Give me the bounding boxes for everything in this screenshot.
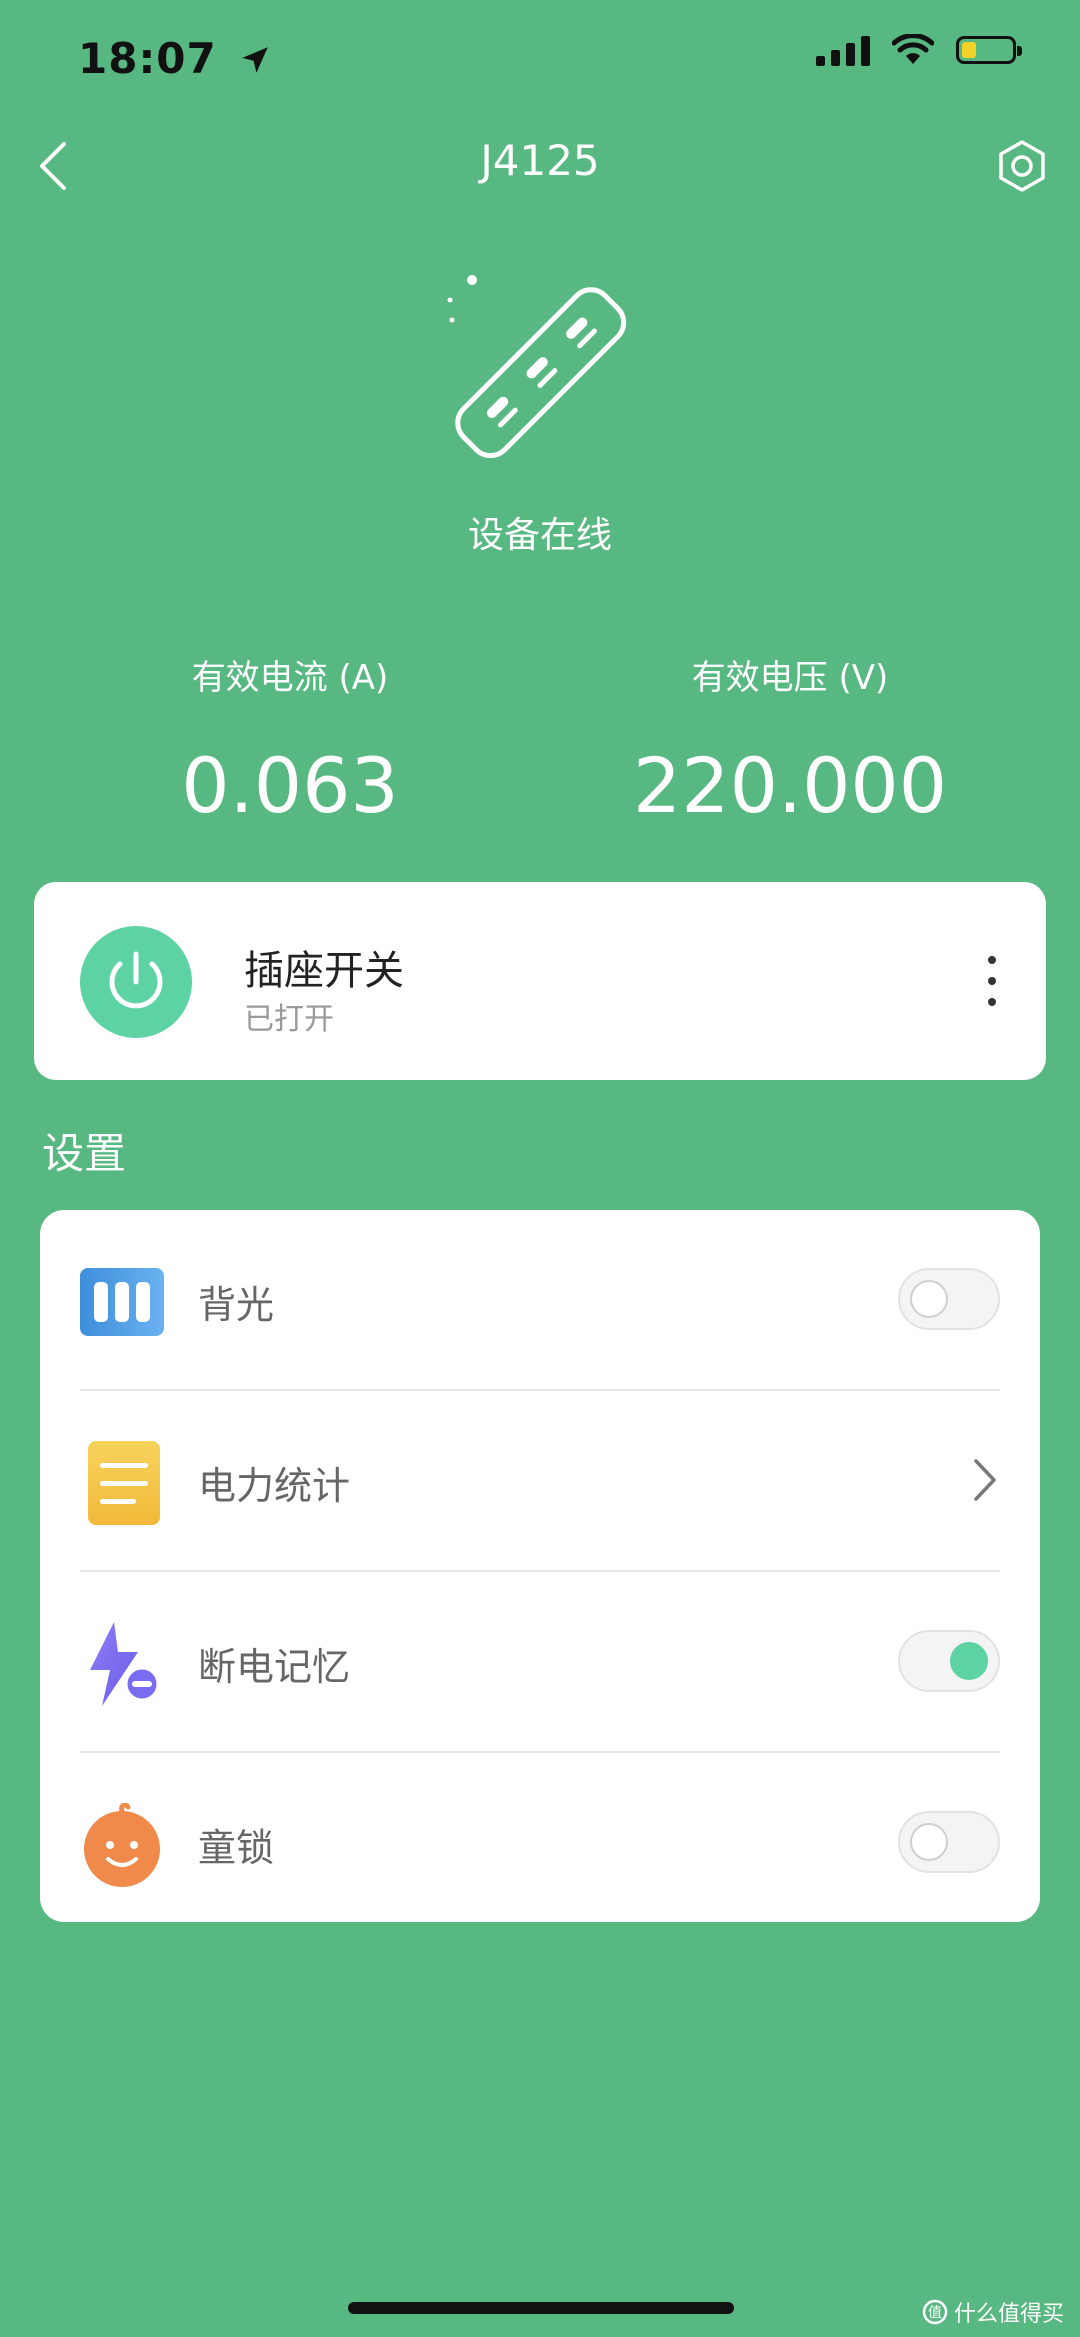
power-off-memory-toggle[interactable] — [898, 1630, 1000, 1692]
setting-power-statistics[interactable]: 电力统计 — [40, 1391, 1040, 1572]
backlight-toggle[interactable] — [898, 1268, 1000, 1330]
location-arrow-icon — [242, 47, 269, 73]
more-dot-icon — [988, 998, 996, 1006]
setting-backlight: 背光 — [40, 1210, 1040, 1391]
chevron-right-icon — [970, 1455, 1000, 1505]
wifi-icon — [892, 34, 934, 64]
switch-state: 已打开 — [244, 1002, 334, 1037]
switch-title: 插座开关 — [244, 948, 404, 994]
svg-text:值: 值 — [928, 2305, 942, 2321]
device-status: 设备在线 — [467, 515, 612, 556]
voltage-label: 有效电压 (V) — [691, 658, 889, 698]
settings-hexagon-icon — [999, 140, 1045, 192]
setting-power-off-memory: 断电记忆 — [40, 1572, 1040, 1753]
cellular-signal-icon — [816, 34, 870, 66]
page-title: J4125 — [480, 136, 600, 185]
backlight-label: 背光 — [198, 1283, 275, 1327]
battery-icon — [956, 36, 1022, 64]
baby-face-icon — [80, 1802, 164, 1887]
power-statistics-label: 电力统计 — [198, 1464, 351, 1508]
child-lock-label: 童锁 — [198, 1826, 275, 1870]
watermark-logo-icon: 值 — [922, 2299, 948, 2325]
voltage-value: 220.000 — [632, 741, 948, 830]
status-time: 18:07 — [78, 34, 272, 83]
current-reading: 有效电流 (A) 0.063 — [20, 650, 560, 830]
more-options-button[interactable] — [982, 956, 1002, 1006]
settings-section-title: 设置 — [42, 1129, 127, 1178]
power-icon — [109, 951, 163, 1009]
home-indicator[interactable] — [348, 2302, 734, 2314]
watermark: 值 什么值得买 — [922, 2296, 1064, 2328]
child-lock-toggle[interactable] — [898, 1811, 1000, 1873]
setting-child-lock: 童锁 — [40, 1753, 1040, 1922]
current-label: 有效电流 (A) — [191, 658, 389, 698]
power-off-memory-label: 断电记忆 — [198, 1645, 351, 1689]
power-strip-icon — [447, 275, 627, 459]
status-indicators — [816, 34, 1022, 66]
more-dot-icon — [988, 977, 996, 985]
settings-card: 背光 电力统计 断电记忆 童锁 — [40, 1210, 1040, 1922]
socket-switch-card: 插座开关 已打开 — [34, 882, 1046, 1080]
more-dot-icon — [988, 956, 996, 964]
power-strip-illustration — [430, 262, 650, 482]
current-value: 0.063 — [181, 741, 399, 830]
settings-button[interactable] — [992, 136, 1052, 196]
voltage-reading: 有效电压 (V) 220.000 — [520, 650, 1060, 830]
backlight-icon — [80, 1260, 164, 1344]
document-list-icon — [80, 1441, 164, 1525]
lightning-minus-icon — [80, 1622, 164, 1706]
power-button[interactable] — [80, 926, 192, 1038]
